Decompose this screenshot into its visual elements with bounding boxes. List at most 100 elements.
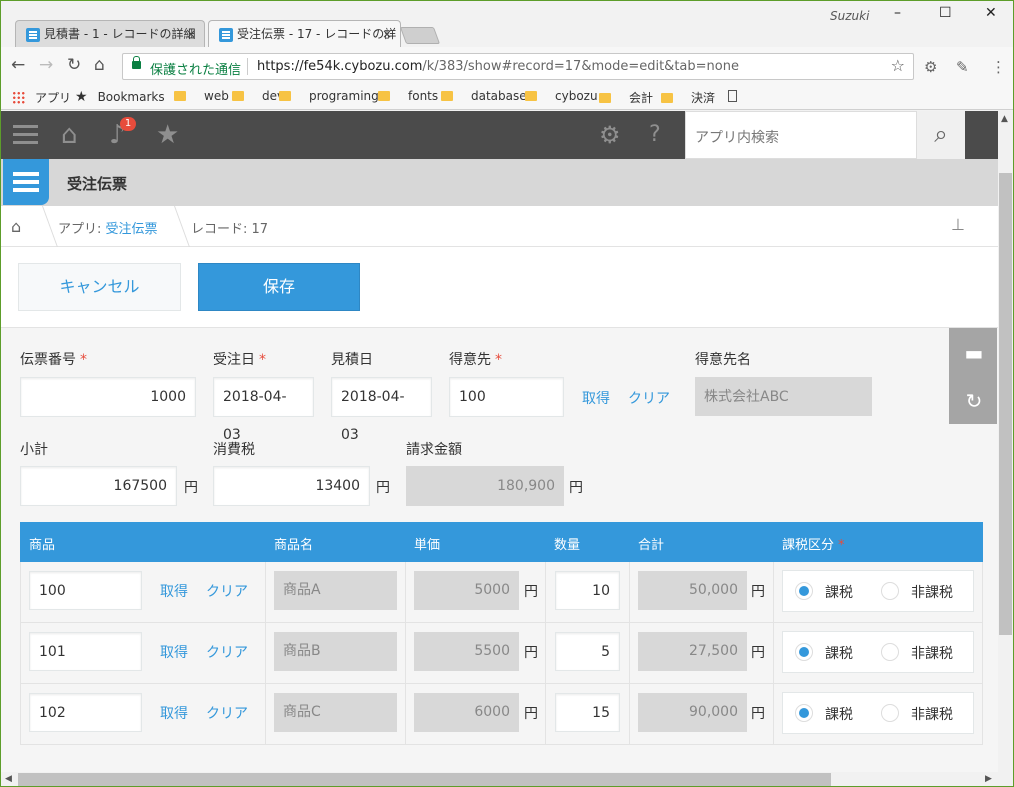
th-product-name: 商品名 bbox=[274, 538, 314, 553]
home-icon[interactable]: ⌂ bbox=[94, 55, 105, 75]
nontaxable-radio[interactable] bbox=[881, 582, 899, 600]
bookmark-apps[interactable]: アプリ bbox=[12, 89, 71, 106]
vertical-scroll-thumb[interactable] bbox=[999, 173, 1012, 635]
product-clear-link[interactable]: クリア bbox=[206, 703, 248, 723]
forward-arrow-icon[interactable]: → bbox=[39, 55, 53, 75]
sum-field: 90,000 bbox=[638, 693, 747, 732]
slip-no-input[interactable]: 1000 bbox=[20, 377, 196, 417]
scroll-up-arrow-icon[interactable]: ▲ bbox=[1001, 114, 1008, 124]
taxable-label[interactable]: 課税 bbox=[825, 704, 853, 724]
bookmark-cybozu[interactable]: cybozu bbox=[525, 89, 598, 103]
nontaxable-label[interactable]: 非課税 bbox=[911, 704, 953, 724]
quantity-input[interactable]: 5 bbox=[555, 632, 620, 671]
favorites-star-icon[interactable]: ★ bbox=[156, 121, 179, 149]
app-list-icon[interactable] bbox=[3, 159, 49, 205]
close-tab-icon[interactable]: × bbox=[186, 21, 196, 47]
product-code-input[interactable]: 102 bbox=[29, 693, 142, 732]
settings-gear-icon[interactable]: ⚙ bbox=[599, 121, 621, 149]
vertical-scrollbar[interactable]: ▲ bbox=[998, 111, 1013, 786]
extension-gear-icon[interactable]: ⚙ bbox=[924, 58, 937, 76]
horizontal-scroll-thumb[interactable] bbox=[18, 773, 831, 786]
bookmark-bookmarks[interactable]: ★ Bookmarks bbox=[75, 89, 165, 105]
portal-home-icon[interactable]: ⌂ bbox=[61, 121, 78, 149]
nontaxable-label[interactable]: 非課税 bbox=[911, 582, 953, 602]
customer-label: 得意先 * bbox=[449, 349, 502, 369]
nontaxable-label[interactable]: 非課税 bbox=[911, 643, 953, 663]
product-clear-link[interactable]: クリア bbox=[206, 642, 248, 662]
side-panel: ▬ ↻ bbox=[949, 328, 997, 424]
help-question-icon[interactable]: ? bbox=[649, 121, 661, 149]
product-code-input[interactable]: 101 bbox=[29, 632, 142, 671]
order-date-input[interactable]: 2018-04-03 bbox=[213, 377, 314, 443]
bookmark-payment[interactable]: 決済 bbox=[661, 89, 715, 106]
bookmark-web[interactable]: web bbox=[174, 89, 229, 103]
history-icon[interactable]: ↻ bbox=[963, 390, 985, 412]
taxable-radio[interactable] bbox=[795, 582, 813, 600]
bookmark-fonts[interactable]: fonts bbox=[378, 89, 438, 103]
taxable-label[interactable]: 課税 bbox=[825, 643, 853, 663]
customer-clear-link[interactable]: クリア bbox=[628, 388, 670, 408]
bookmark-label: cybozu bbox=[555, 89, 598, 103]
tax-input[interactable]: 13400 bbox=[213, 466, 370, 506]
taxable-label[interactable]: 課税 bbox=[825, 582, 853, 602]
required-mark: * bbox=[259, 352, 266, 368]
new-tab-button[interactable] bbox=[399, 27, 441, 44]
nontaxable-radio[interactable] bbox=[881, 704, 899, 722]
scroll-right-arrow-icon[interactable]: ▶ bbox=[985, 774, 992, 784]
product-clear-link[interactable]: クリア bbox=[206, 581, 248, 601]
search-icon[interactable]: ⌕ bbox=[917, 111, 965, 159]
product-code-input[interactable]: 100 bbox=[29, 571, 142, 610]
hamburger-menu-icon[interactable] bbox=[13, 125, 38, 128]
subtotal-input[interactable]: 167500 bbox=[20, 466, 177, 506]
cancel-button[interactable]: キャンセル bbox=[18, 263, 181, 311]
horizontal-scrollbar[interactable]: ◀ ▶ bbox=[1, 772, 998, 786]
customer-input[interactable]: 100 bbox=[449, 377, 564, 417]
minimize-button[interactable]: – bbox=[894, 5, 901, 21]
close-window-button[interactable]: ✕ bbox=[985, 5, 997, 21]
maximize-button[interactable]: ☐ bbox=[939, 5, 952, 21]
tab-estimate[interactable]: 見積書 - 1 - レコードの詳細 × bbox=[15, 20, 205, 47]
close-tab-icon[interactable]: × bbox=[382, 21, 392, 47]
bookmark-label: web bbox=[204, 89, 229, 103]
app-search-input[interactable]: アプリ内検索 bbox=[685, 111, 917, 159]
pin-icon[interactable]: ⊥ bbox=[951, 215, 965, 234]
customer-fetch-link[interactable]: 取得 bbox=[582, 388, 610, 408]
breadcrumb-record: レコード: 17 bbox=[191, 222, 269, 237]
required-mark: * bbox=[80, 352, 87, 368]
comment-icon[interactable]: ▬ bbox=[963, 342, 985, 364]
kintone-app-icon bbox=[26, 28, 40, 42]
product-fetch-link[interactable]: 取得 bbox=[160, 581, 188, 601]
url-text: https://fe54k.cybozu.com/k/383/show#reco… bbox=[257, 59, 739, 74]
tab-order-slip[interactable]: 受注伝票 - 17 - レコードの詳 × bbox=[208, 20, 401, 47]
product-fetch-link[interactable]: 取得 bbox=[160, 642, 188, 662]
bookmark-accounting[interactable]: 会計 bbox=[599, 89, 653, 106]
quantity-input[interactable]: 10 bbox=[555, 571, 620, 610]
product-fetch-link[interactable]: 取得 bbox=[160, 703, 188, 723]
quantity-input[interactable]: 15 bbox=[555, 693, 620, 732]
nontaxable-radio[interactable] bbox=[881, 643, 899, 661]
breadcrumb-home-icon[interactable]: ⌂ bbox=[11, 217, 21, 236]
bookmark-database[interactable]: database bbox=[441, 89, 527, 103]
reload-icon[interactable]: ↻ bbox=[67, 55, 81, 75]
cell-divider bbox=[629, 562, 630, 622]
estimate-date-input[interactable]: 2018-04-03 bbox=[331, 377, 432, 443]
back-arrow-icon[interactable]: ← bbox=[11, 55, 25, 75]
tax-class-radio-group: 課税 非課税 bbox=[782, 692, 974, 734]
bookmark-star-icon[interactable]: ☆ bbox=[891, 56, 905, 75]
profile-name[interactable]: Suzuki bbox=[830, 9, 869, 23]
tax-class-radio-group: 課税 非課税 bbox=[782, 631, 974, 673]
bookmark-programing[interactable]: programing bbox=[279, 89, 379, 103]
bookmark-page[interactable] bbox=[728, 89, 737, 103]
breadcrumb-app-link[interactable]: 受注伝票 bbox=[106, 222, 158, 237]
cell-divider bbox=[405, 623, 406, 683]
taxable-radio[interactable] bbox=[795, 643, 813, 661]
product-name-field: 商品C bbox=[274, 693, 397, 732]
address-bar[interactable]: 保護された通信 https://fe54k.cybozu.com/k/383/s… bbox=[122, 53, 914, 80]
bookmark-dev[interactable]: dev bbox=[232, 89, 284, 103]
slip-no-label: 伝票番号 * bbox=[20, 349, 87, 369]
save-button[interactable]: 保存 bbox=[198, 263, 360, 311]
extension-icon[interactable]: ✎ bbox=[956, 58, 969, 76]
menu-dots-icon[interactable]: ⋮ bbox=[991, 58, 1006, 76]
taxable-radio[interactable] bbox=[795, 704, 813, 722]
scroll-left-arrow-icon[interactable]: ◀ bbox=[5, 774, 12, 784]
